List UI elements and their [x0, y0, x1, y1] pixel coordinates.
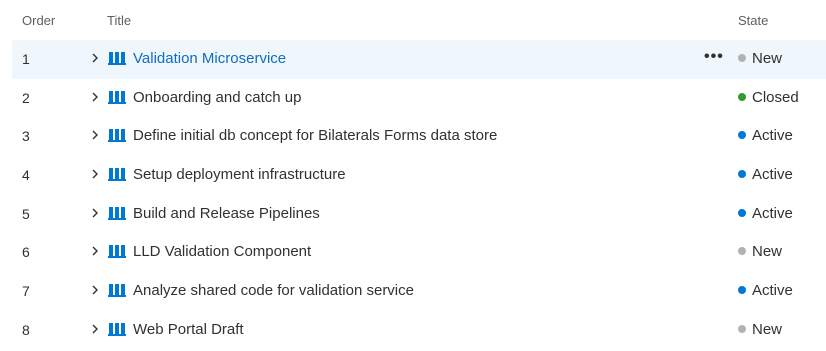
book-icon [108, 52, 126, 65]
state-label: Closed [752, 88, 799, 106]
table-row[interactable]: 7 Analyze shared code for validation ser… [0, 272, 826, 311]
state-dot-icon [738, 208, 746, 217]
state-dot-icon [738, 170, 746, 179]
state-label: New [752, 50, 783, 67]
table-row[interactable]: 6 LLD Validation Component New [0, 233, 826, 272]
chevron-right-icon[interactable] [90, 50, 100, 66]
state-dot-icon [738, 131, 746, 140]
column-header-title[interactable]: Title [107, 13, 131, 28]
state-cell: New [738, 321, 782, 338]
row-order: 6 [22, 244, 30, 261]
book-icon [108, 206, 126, 220]
chevron-right-icon[interactable] [90, 282, 100, 298]
row-order: 8 [22, 321, 30, 338]
work-item-title-link[interactable]: Web Portal Draft [133, 321, 244, 338]
table-row[interactable]: 2 Onboarding and catch up Closed [0, 79, 826, 118]
table-row[interactable]: 3 Define initial db concept for Bilatera… [0, 117, 826, 156]
grid-header: Order Title State [0, 0, 826, 40]
more-actions-button[interactable]: ••• [704, 48, 724, 66]
column-header-state[interactable]: State [738, 13, 768, 28]
state-dot-icon [738, 92, 746, 101]
work-item-title-link[interactable]: LLD Validation Component [133, 243, 311, 260]
state-cell: Closed [738, 89, 799, 106]
book-icon [108, 284, 126, 298]
work-item-title-link[interactable]: Validation Microservice [133, 50, 286, 67]
book-icon [108, 168, 126, 182]
work-item-title-link[interactable]: Build and Release Pipelines [133, 205, 320, 222]
backlog-grid: Order Title State 1 Validation Microserv… [0, 0, 826, 351]
book-icon [108, 322, 126, 336]
work-item-title-link[interactable]: Define initial db concept for Bilaterals… [133, 127, 497, 144]
chevron-right-icon[interactable] [90, 205, 100, 221]
state-cell: Active [738, 127, 793, 144]
book-icon [108, 90, 126, 104]
state-label: Active [752, 127, 793, 145]
state-label: New [752, 320, 783, 338]
chevron-right-icon[interactable] [90, 321, 100, 337]
table-row[interactable]: 5 Build and Release Pipelines Active [0, 195, 826, 234]
grid-rows: 1 Validation Microservice ••• New 2 Onbo… [0, 40, 826, 350]
work-item-title-link[interactable]: Analyze shared code for validation servi… [133, 282, 414, 299]
state-cell: New [738, 50, 782, 67]
table-row[interactable]: 1 Validation Microservice ••• New [0, 40, 826, 79]
state-dot-icon [738, 247, 746, 256]
table-row[interactable]: 8 Web Portal Draft New [0, 311, 826, 350]
chevron-right-icon[interactable] [90, 89, 100, 105]
chevron-right-icon[interactable] [90, 166, 100, 182]
work-item-title-link[interactable]: Onboarding and catch up [133, 89, 301, 106]
state-cell: Active [738, 205, 793, 222]
row-order: 7 [22, 283, 30, 300]
table-row[interactable]: 4 Setup deployment infrastructure Active [0, 156, 826, 195]
column-header-order[interactable]: Order [22, 13, 55, 28]
row-order: 1 [22, 51, 30, 67]
row-order: 3 [22, 128, 30, 145]
state-dot-icon [738, 286, 746, 295]
state-label: Active [752, 204, 793, 222]
state-label: New [752, 243, 783, 261]
chevron-right-icon[interactable] [90, 127, 100, 143]
state-label: Active [752, 166, 793, 184]
chevron-right-icon[interactable] [90, 243, 100, 259]
state-dot-icon [738, 324, 746, 333]
state-dot-icon [738, 54, 746, 62]
row-order: 4 [22, 167, 30, 184]
book-icon [108, 245, 126, 259]
row-order: 2 [22, 89, 30, 106]
state-label: Active [752, 282, 793, 300]
work-item-title-link[interactable]: Setup deployment infrastructure [133, 166, 346, 183]
book-icon [108, 129, 126, 143]
state-cell: New [738, 243, 782, 260]
state-cell: Active [738, 166, 793, 183]
state-cell: Active [738, 282, 793, 299]
row-order: 5 [22, 205, 30, 222]
